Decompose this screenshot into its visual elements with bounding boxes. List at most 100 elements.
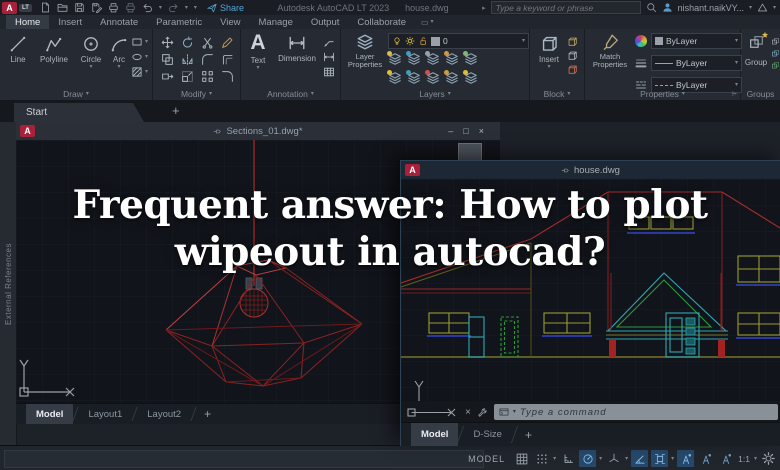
stretch-tool[interactable]	[157, 68, 177, 85]
match-properties-button[interactable]: Match Properties	[588, 33, 632, 69]
snap-mode-toggle[interactable]	[533, 450, 550, 467]
redo-icon[interactable]	[168, 2, 179, 13]
insert-caret-icon[interactable]: ▾	[533, 64, 565, 70]
text-tool[interactable]: A Text ▾	[243, 32, 273, 72]
autodesk-triangle-icon[interactable]	[757, 2, 768, 13]
polar-caret-icon[interactable]: ▾	[599, 456, 602, 462]
close-button[interactable]: ×	[479, 126, 484, 136]
group-selection-tool[interactable]	[771, 61, 780, 70]
annotation-visibility-toggle[interactable]	[677, 450, 695, 467]
table-tool[interactable]	[323, 66, 335, 78]
layer-properties-button[interactable]: Layer Properties	[344, 33, 386, 69]
command-close-icon[interactable]: ×	[465, 407, 471, 418]
insert-block-button[interactable]: Insert ▾	[533, 34, 565, 70]
tab-parametric[interactable]: Parametric	[147, 15, 211, 29]
ungroup-tool[interactable]	[771, 37, 780, 46]
line-tool[interactable]: Line	[4, 35, 32, 64]
plot-icon[interactable]	[108, 2, 119, 13]
share-button[interactable]: Share	[207, 3, 244, 13]
command-input[interactable]: ▾ Type a command	[493, 404, 778, 420]
help-search-box[interactable]	[490, 1, 641, 14]
sections-add-layout-button[interactable]: +	[196, 404, 219, 424]
polyline-tool[interactable]: Polyline	[34, 35, 74, 64]
dimension-tool[interactable]: Dimension	[273, 34, 321, 63]
annotation-scale-value[interactable]: 1:1	[738, 454, 750, 464]
layer-off-tool[interactable]	[387, 51, 403, 66]
layer-unlock-tool[interactable]	[425, 70, 441, 85]
modify-panel-label-row[interactable]: Modify ▾	[153, 88, 240, 100]
dimension-style-tool[interactable]	[323, 51, 335, 63]
group-button[interactable]: Group	[743, 34, 769, 67]
create-block-tool[interactable]	[567, 36, 578, 47]
iso-caret-icon[interactable]: ▾	[625, 456, 628, 462]
sections-window-titlebar[interactable]: A Sections_01.dwg* – □ ×	[16, 122, 500, 140]
layers-panel-label-row[interactable]: Layers ▾	[341, 88, 529, 100]
pin-icon[interactable]	[213, 127, 222, 136]
save-as-icon[interactable]	[91, 2, 102, 13]
command-line-dock[interactable]	[4, 450, 484, 468]
search-icon[interactable]	[646, 2, 657, 13]
house-window-titlebar[interactable]: A house.dwg	[401, 161, 780, 179]
open-file-icon[interactable]	[57, 2, 68, 13]
start-tab[interactable]: Start	[14, 103, 144, 122]
qat-customize-icon[interactable]: ▾	[194, 5, 197, 11]
tab-annotate[interactable]: Annotate	[91, 15, 147, 29]
auto-scale-toggle[interactable]	[697, 450, 714, 467]
object-color-dropdown[interactable]: ByLayer ▾	[651, 33, 742, 49]
layer-isolate-tool[interactable]	[406, 51, 422, 66]
osnap-caret-icon[interactable]: ▾	[671, 456, 674, 462]
tab-collaborate[interactable]: Collaborate	[348, 15, 415, 29]
redo-caret-icon[interactable]: ▾	[185, 5, 188, 11]
lineweight-dropdown[interactable]: ByLayer ▾	[651, 55, 742, 71]
object-snap-toggle[interactable]	[651, 450, 669, 467]
layer-thaw-all-tool[interactable]	[406, 70, 422, 85]
undo-icon[interactable]	[142, 2, 153, 13]
layer-copy-tool[interactable]	[463, 70, 479, 85]
isometric-drafting-toggle[interactable]	[605, 450, 622, 467]
tab-manage[interactable]: Manage	[250, 15, 302, 29]
minimize-button[interactable]: –	[448, 126, 453, 136]
scale-tool[interactable]	[177, 68, 197, 85]
explode-tool[interactable]	[217, 68, 237, 85]
text-caret-icon[interactable]: ▾	[243, 65, 273, 71]
command-wrench-icon[interactable]	[477, 407, 488, 418]
layer-match-tool[interactable]	[463, 51, 479, 66]
pin-icon[interactable]	[561, 166, 570, 175]
object-snap-tracking-toggle[interactable]	[631, 450, 649, 467]
offset-tool[interactable]	[217, 51, 237, 68]
print-preview-icon[interactable]	[125, 2, 136, 13]
tab-insert[interactable]: Insert	[49, 15, 91, 29]
edit-block-tool[interactable]	[567, 50, 578, 61]
model-space-label[interactable]: MODEL	[468, 454, 505, 464]
group-edit-tool[interactable]	[771, 49, 780, 58]
autocad-logo-icon[interactable]: A	[2, 1, 17, 14]
user-avatar-icon[interactable]	[662, 2, 673, 13]
properties-panel-label-row[interactable]: Properties ▾ ⌲	[585, 88, 740, 100]
sections-tab-layout2[interactable]: Layout2	[137, 404, 191, 424]
arc-tool[interactable]: Arc ▾	[108, 35, 130, 70]
layer-dropdown[interactable]: 0 ▾	[388, 33, 529, 49]
snap-caret-icon[interactable]: ▾	[553, 456, 556, 462]
layer-on-bulb-icon[interactable]	[392, 36, 402, 46]
circle-tool[interactable]: Circle ▾	[76, 35, 106, 70]
help-search-input[interactable]	[491, 2, 640, 13]
tab-view[interactable]: View	[211, 15, 249, 29]
ellipse-tool[interactable]: ▾	[131, 51, 148, 63]
layer-current-tool[interactable]	[444, 70, 460, 85]
trim-tool[interactable]	[197, 34, 217, 51]
layer-dropdown-caret-icon[interactable]: ▾	[522, 38, 525, 44]
annotation-scale-icon[interactable]	[717, 450, 734, 467]
layer-freeze-tool[interactable]	[425, 51, 441, 66]
lineweight-icon[interactable]	[635, 57, 647, 69]
erase-tool[interactable]	[217, 34, 237, 51]
house-add-layout-button[interactable]: +	[517, 423, 540, 446]
layer-lock-tool[interactable]	[444, 51, 460, 66]
circle-caret-icon[interactable]: ▾	[76, 64, 106, 70]
tab-home[interactable]: Home	[6, 15, 50, 29]
hatch-tool[interactable]: ▾	[131, 66, 148, 78]
house-tab-model[interactable]: Model	[411, 423, 459, 446]
maximize-button[interactable]: □	[463, 126, 468, 136]
block-attributes-tool[interactable]	[567, 64, 578, 75]
undo-caret-icon[interactable]: ▾	[159, 5, 162, 11]
user-menu-caret-icon[interactable]: ▾	[749, 5, 752, 11]
